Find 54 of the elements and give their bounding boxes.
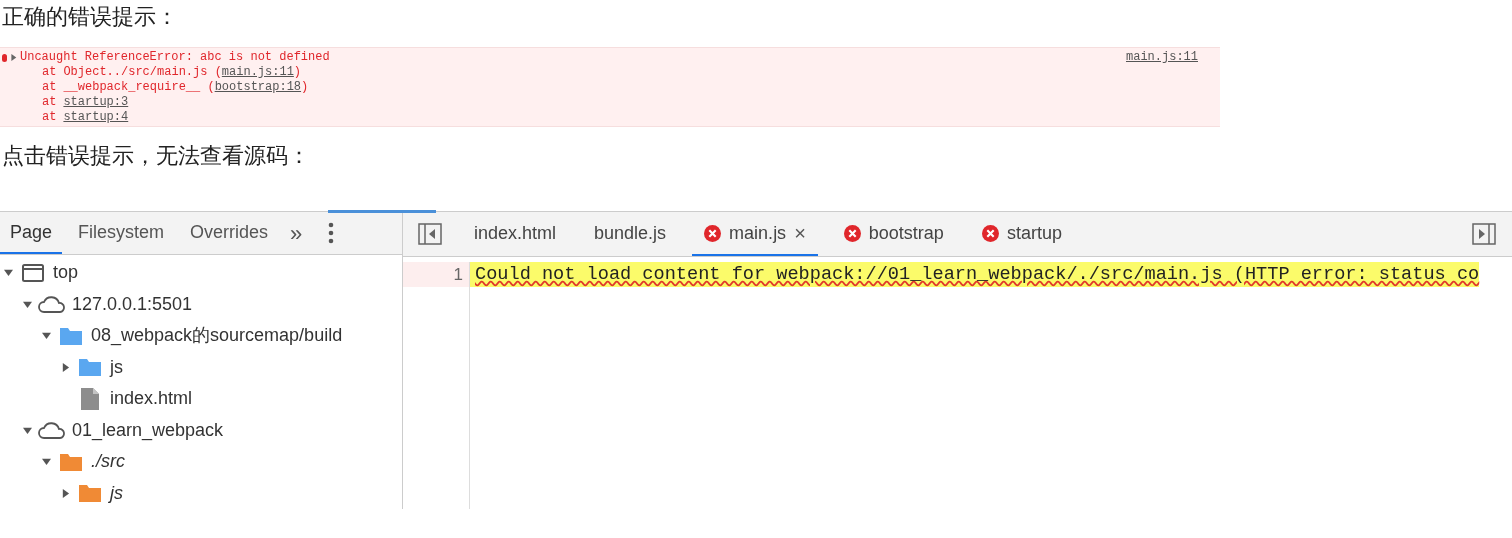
- stack-prefix: at: [42, 110, 57, 125]
- editor-tab[interactable]: index.html: [462, 212, 569, 256]
- collapse-arrow-icon[interactable]: [61, 362, 70, 372]
- close-tab-button[interactable]: ×: [794, 218, 806, 248]
- heading: 正确的错误提示：: [1, 3, 179, 31]
- editor-tab[interactable]: bundle.js: [582, 212, 679, 256]
- collapse-arrow-icon[interactable]: [61, 488, 70, 498]
- toggle-debugger-icon[interactable]: [1472, 223, 1496, 245]
- file-icon: [81, 387, 99, 410]
- editor-tab[interactable]: bootstrap: [831, 212, 956, 256]
- stack-suffix: ): [301, 80, 309, 95]
- tree-item[interactable]: js: [110, 353, 123, 381]
- cloud-icon: [38, 421, 66, 440]
- source-link[interactable]: startup:3: [63, 95, 129, 110]
- tree-item[interactable]: index.html: [110, 385, 193, 413]
- more-tabs-button[interactable]: »: [284, 212, 309, 254]
- heading: 点击错误提示，无法查看源码：: [1, 142, 311, 170]
- more-options-icon[interactable]: [328, 222, 335, 244]
- source-link[interactable]: startup:4: [63, 110, 129, 125]
- source-link[interactable]: main.js:11: [221, 65, 294, 80]
- stack-frame: __webpack_require__ (: [63, 80, 215, 95]
- collapse-arrow-icon[interactable]: [10, 54, 17, 61]
- error-icon: [981, 224, 999, 242]
- navigator-tab[interactable]: Filesystem: [68, 212, 175, 254]
- navigator-tab[interactable]: Overrides: [180, 212, 279, 254]
- stack-prefix: at: [42, 95, 57, 110]
- tree-item[interactable]: 127.0.0.1:5501: [72, 290, 193, 318]
- expand-arrow-icon[interactable]: [42, 457, 51, 467]
- error-icon: [843, 224, 861, 242]
- editor-tab[interactable]: main.js ×: [692, 212, 818, 256]
- tree-item[interactable]: 08_webpack的sourcemap/build: [91, 322, 343, 350]
- expand-arrow-icon[interactable]: [23, 299, 32, 309]
- tree-item[interactable]: 01_learn_webpack: [72, 416, 224, 444]
- stack-prefix: at: [42, 65, 57, 80]
- expand-arrow-icon[interactable]: [4, 268, 13, 278]
- tree-item[interactable]: ./src: [91, 448, 125, 476]
- tree-item[interactable]: top: [53, 259, 79, 287]
- toggle-navigator-icon[interactable]: [418, 223, 442, 245]
- tree-item[interactable]: js: [110, 479, 123, 507]
- cloud-icon: [38, 295, 66, 314]
- stack-frame: Object../src/main.js (: [63, 65, 222, 80]
- expand-arrow-icon[interactable]: [23, 425, 32, 435]
- source-link[interactable]: bootstrap:18: [214, 80, 302, 95]
- error-message: Uncaught ReferenceError: abc is not defined: [20, 50, 330, 65]
- error-icon: [704, 224, 722, 242]
- navigator-tab[interactable]: Page: [0, 212, 63, 254]
- stack-prefix: at: [42, 80, 57, 95]
- expand-arrow-icon[interactable]: [42, 331, 51, 341]
- line-number: 1: [403, 262, 469, 287]
- window-icon: [22, 263, 44, 282]
- editor-tab[interactable]: startup: [969, 212, 1074, 256]
- error-icon: [2, 53, 7, 62]
- source-link[interactable]: main.js:11: [1126, 50, 1198, 65]
- stack-suffix: ): [293, 65, 302, 80]
